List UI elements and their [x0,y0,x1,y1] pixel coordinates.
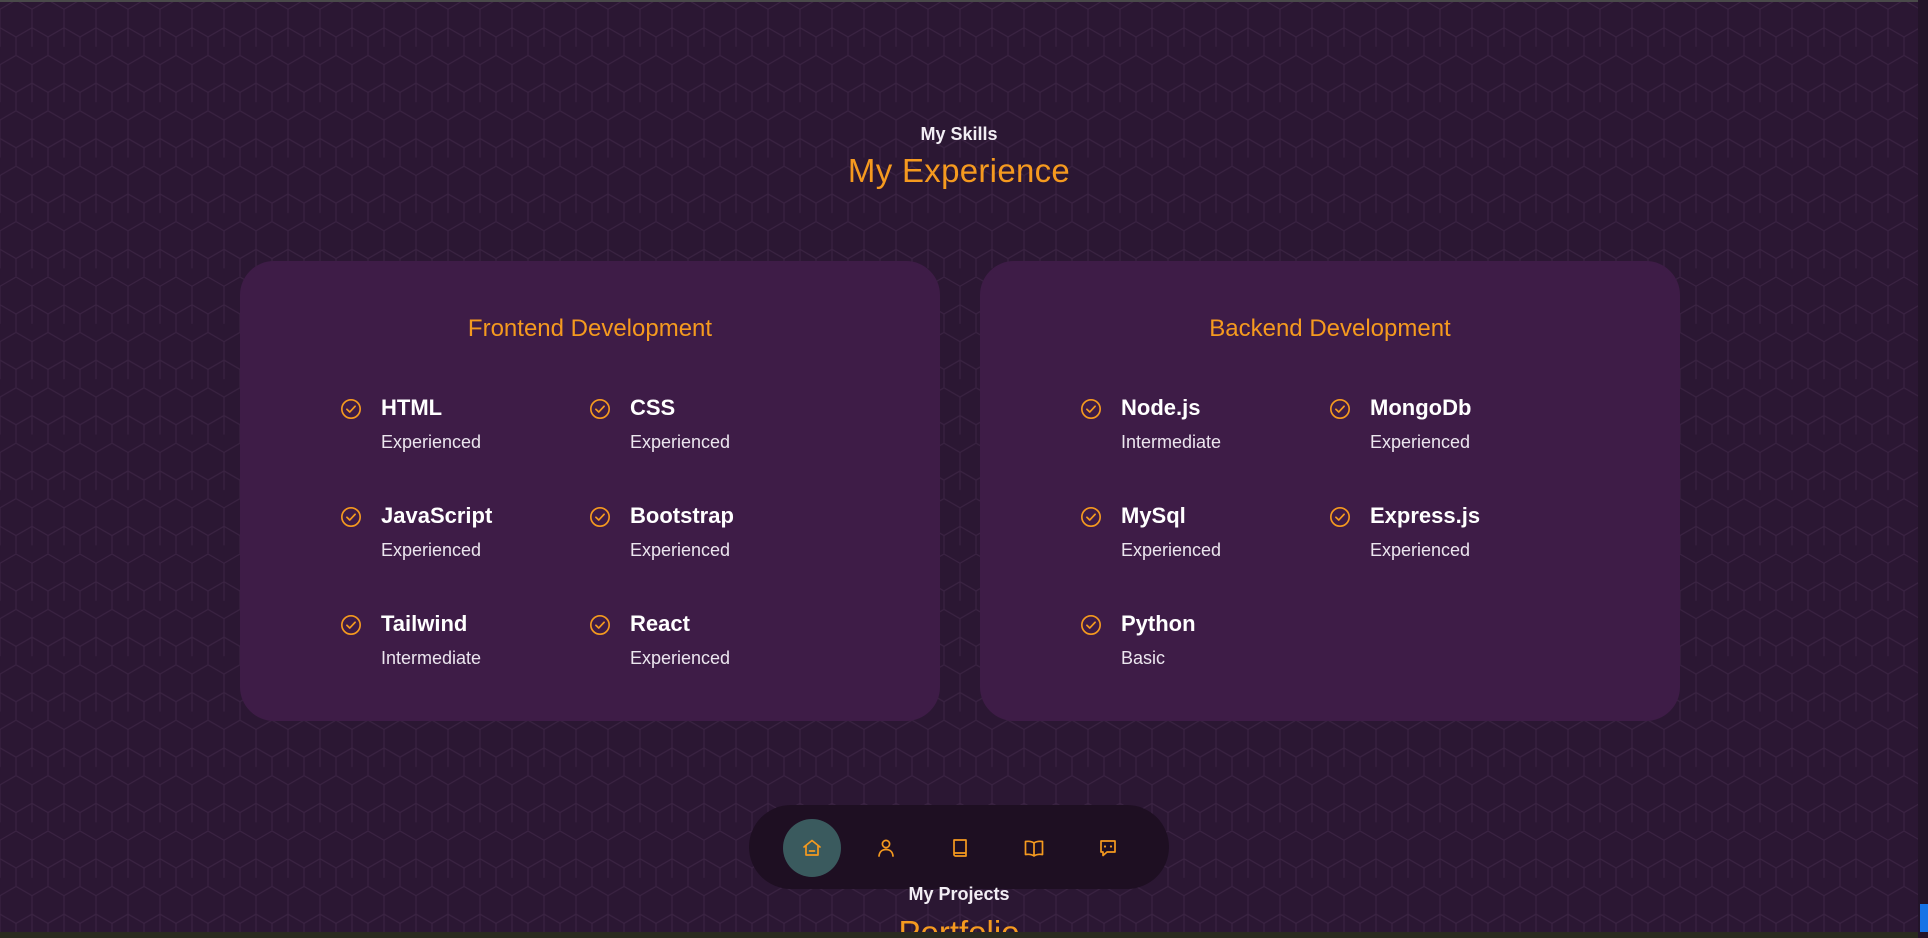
skill-name: Python [1121,611,1196,636]
skill-item: CSS Experienced [589,389,819,459]
check-circle-icon [1081,399,1101,419]
check-circle-icon [590,399,610,419]
skill-item: Tailwind Intermediate [340,605,570,675]
skill-item: Bootstrap Experienced [589,497,819,567]
check-circle-icon [341,507,361,527]
nav-experience-button[interactable] [931,819,989,877]
skill-name: JavaScript [381,503,493,528]
check-circle-icon [1330,399,1350,419]
skill-level: Experienced [1370,540,1471,560]
skill-name: Node.js [1121,395,1201,420]
frontend-skills-card: Frontend Development HTML Experienced CS… [240,261,940,721]
skill-name: Express.js [1370,503,1481,528]
scrollbar-track[interactable] [1918,0,1928,938]
skill-level: Intermediate [381,648,482,668]
skill-name: React [630,611,690,636]
skill-item: MySql Experienced [1080,497,1310,567]
check-circle-icon [1330,507,1350,527]
chat-icon [1100,840,1116,857]
skills-title: My Experience [847,152,1071,189]
home-icon [803,839,821,856]
skill-level: Experienced [1370,432,1471,452]
check-circle-icon [341,615,361,635]
skill-level: Basic [1121,648,1166,668]
check-circle-icon [590,507,610,527]
skill-level: Experienced [630,540,731,560]
skill-name: HTML [381,395,443,420]
check-circle-icon [1081,615,1101,635]
check-circle-icon [590,615,610,635]
skill-level: Experienced [630,648,731,668]
nav-about-button[interactable] [857,819,915,877]
bottom-nav-dock [749,805,1169,889]
user-icon [878,839,894,857]
skill-item: React Experienced [589,605,819,675]
projects-subtitle: My Projects [908,884,1010,904]
window-bottom-bar [0,932,1918,938]
nav-contact-button[interactable] [1079,819,1137,877]
skill-item: Node.js Intermediate [1080,389,1310,459]
nav-services-button[interactable] [1005,819,1063,877]
check-circle-icon [341,399,361,419]
skill-level: Experienced [630,432,731,452]
backend-skills-card: Backend Development Node.js Intermediate… [980,261,1680,721]
skill-name: Bootstrap [630,503,734,528]
page: My Skills My Experience Frontend Develop… [0,0,1928,938]
skill-name: MongoDb [1370,395,1472,420]
skill-level: Experienced [1121,540,1222,560]
skills-subtitle: My Skills [920,124,998,144]
skill-item: HTML Experienced [340,389,570,459]
skill-item: JavaScript Experienced [340,497,570,567]
scrollbar-thumb[interactable] [1920,904,1928,932]
skill-name: Tailwind [381,611,468,636]
skill-item: Python Basic [1080,605,1310,675]
window-top-border [0,0,1928,2]
book-icon [953,839,967,857]
skill-level: Experienced [381,432,482,452]
skill-item: MongoDb Experienced [1329,389,1559,459]
skill-name: CSS [630,395,676,420]
backend-card-title: Backend Development [1209,315,1451,342]
skill-level: Intermediate [1121,432,1222,452]
skill-level: Experienced [381,540,482,560]
nav-home-button[interactable] [783,819,841,877]
check-circle-icon [1081,507,1101,527]
frontend-card-title: Frontend Development [467,315,713,342]
skill-name: MySql [1121,503,1186,528]
open-book-icon [1024,840,1044,857]
skill-item: Express.js Experienced [1329,497,1559,567]
